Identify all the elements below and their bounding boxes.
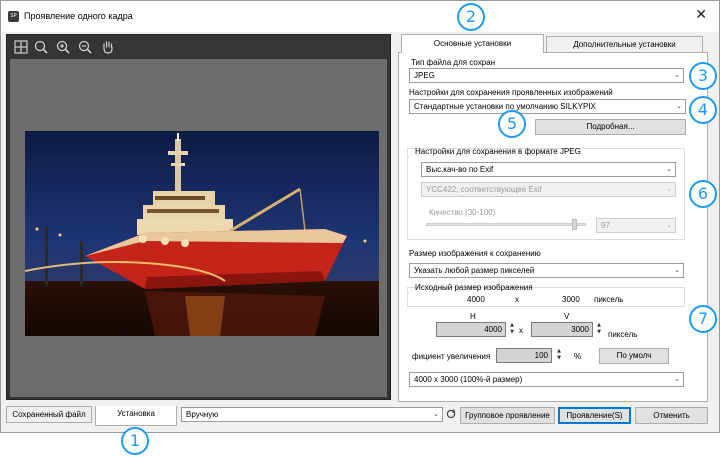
dialog-window: SP Проявление одного кадра ✕ Основные ус…: [0, 0, 720, 433]
jpeg-quality-mode-select[interactable]: Выс.кач-во по Exif ⌄: [421, 162, 676, 177]
scale-input[interactable]: 100: [496, 348, 552, 363]
annotation-badge: 4: [689, 96, 717, 124]
new-x: x: [519, 326, 523, 335]
height-spinner[interactable]: ▲ ▼: [595, 322, 603, 337]
orig-height: 3000: [562, 295, 580, 304]
scale-label: фициент увеличения: [412, 352, 491, 361]
grid-icon[interactable]: [13, 39, 29, 55]
v-label: V: [564, 312, 570, 321]
preview-pane: [6, 34, 391, 400]
spin-up-icon[interactable]: ▲: [508, 322, 516, 329]
h-label: H: [470, 312, 476, 321]
scale-unit: %: [574, 352, 582, 361]
default-size-button[interactable]: По умолч: [599, 348, 669, 364]
width-input[interactable]: 4000: [436, 322, 506, 337]
tab-settings[interactable]: Установка: [95, 406, 177, 426]
preview-toolbar: [7, 35, 390, 59]
details-button[interactable]: Подробная...: [535, 119, 686, 135]
orig-x: x: [515, 295, 519, 304]
close-icon[interactable]: ✕: [695, 7, 707, 23]
orig-width: 4000: [467, 295, 485, 304]
save-settings-label: Настройки для сохранения проявленных изо…: [409, 88, 613, 97]
jpeg-group-label: Настройки для сохранения в формате JPEG: [415, 147, 581, 156]
app-icon: SP: [8, 11, 19, 22]
zoom-fit-icon[interactable]: [33, 39, 49, 55]
new-unit: пиксель: [608, 330, 638, 339]
save-settings-select[interactable]: Стандартные установки по умолчанию SILKY…: [409, 99, 686, 114]
annotation-badge: 7: [689, 305, 717, 333]
spin-up-icon[interactable]: ▲: [555, 348, 563, 355]
zoom-in-icon[interactable]: [55, 39, 71, 55]
original-size-label: Исходный размер изображения: [415, 283, 533, 292]
ycc-select: YCC422, соответствующее Exif ⌄: [421, 182, 676, 197]
cancel-button[interactable]: Отменить: [635, 407, 708, 424]
preset-size-select[interactable]: 4000 x 3000 (100%-й размер) ⌄: [409, 372, 684, 387]
window-title: Проявление одного кадра: [24, 11, 133, 21]
tab-saved-file[interactable]: Сохраненный файл: [6, 406, 92, 423]
refresh-icon[interactable]: [445, 408, 457, 420]
develop-button[interactable]: Проявление(S): [558, 407, 631, 424]
annotation-badge: 2: [457, 3, 485, 31]
annotation-badge: 1: [121, 427, 149, 455]
spin-up-icon[interactable]: ▲: [595, 322, 603, 329]
file-type-label: Тип файла для сохран: [411, 58, 496, 67]
tab-additional-settings[interactable]: Дополнительные установки: [546, 36, 703, 52]
scale-spinner[interactable]: ▲ ▼: [555, 348, 563, 363]
size-mode-select[interactable]: Указать любой размер пикселей ⌄: [409, 263, 684, 278]
quality-slider-thumb: [572, 219, 577, 230]
spin-down-icon[interactable]: ▼: [508, 329, 516, 336]
annotation-badge: 5: [498, 110, 526, 138]
hand-icon[interactable]: [100, 39, 116, 55]
file-type-select[interactable]: JPEG ⌄: [409, 68, 684, 83]
annotation-badge: 3: [689, 62, 717, 90]
quality-label: Качество (30-100): [429, 208, 496, 217]
zoom-out-icon[interactable]: [77, 39, 93, 55]
size-label: Размер изображения к сохранению: [409, 249, 541, 258]
width-spinner[interactable]: ▲ ▼: [508, 322, 516, 337]
batch-develop-button[interactable]: Групповое проявление: [460, 407, 555, 424]
annotation-badge: 6: [689, 180, 717, 208]
spin-down-icon[interactable]: ▼: [595, 329, 603, 336]
spin-down-icon[interactable]: ▼: [555, 355, 563, 362]
title-bar[interactable]: SP Проявление одного кадра ✕: [1, 1, 719, 32]
height-input[interactable]: 3000: [531, 322, 593, 337]
orig-unit: пиксель: [594, 295, 624, 304]
mode-select[interactable]: Вручную ⌄: [181, 407, 443, 422]
quality-slider-track: [426, 223, 586, 226]
preview-photo: [25, 131, 379, 336]
tab-main-settings[interactable]: Основные установки: [401, 34, 544, 53]
quality-value-select: 97 ⌄: [596, 218, 676, 233]
preview-canvas[interactable]: [10, 59, 387, 397]
